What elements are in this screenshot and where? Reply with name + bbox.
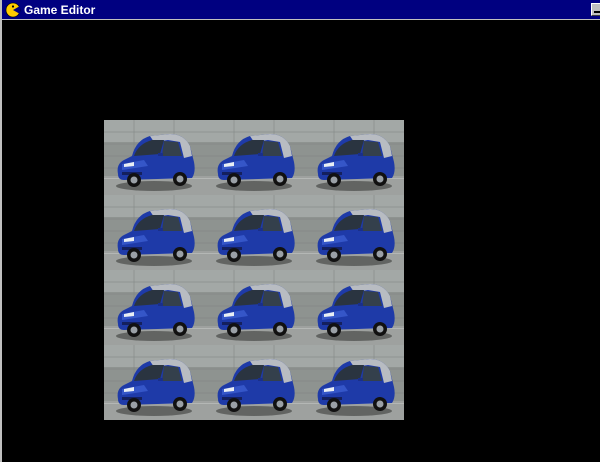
game-editor-window: Game Editor xyxy=(0,0,600,462)
minimize-button[interactable] xyxy=(591,3,600,16)
tile-grid xyxy=(104,120,404,420)
car-tile[interactable] xyxy=(204,270,304,345)
title-bar[interactable]: Game Editor xyxy=(2,0,600,20)
car-tile[interactable] xyxy=(204,345,304,420)
game-canvas[interactable] xyxy=(2,20,600,462)
car-tile[interactable] xyxy=(104,270,204,345)
car-tile[interactable] xyxy=(304,270,404,345)
car-tile[interactable] xyxy=(204,120,304,195)
car-tile[interactable] xyxy=(104,120,204,195)
car-tile[interactable] xyxy=(104,345,204,420)
car-tile[interactable] xyxy=(204,195,304,270)
car-tile[interactable] xyxy=(304,195,404,270)
car-tile[interactable] xyxy=(104,195,204,270)
car-tile[interactable] xyxy=(304,345,404,420)
car-tile[interactable] xyxy=(304,120,404,195)
minimize-icon xyxy=(594,11,600,13)
pacman-icon xyxy=(5,2,21,18)
window-title: Game Editor xyxy=(24,3,96,17)
